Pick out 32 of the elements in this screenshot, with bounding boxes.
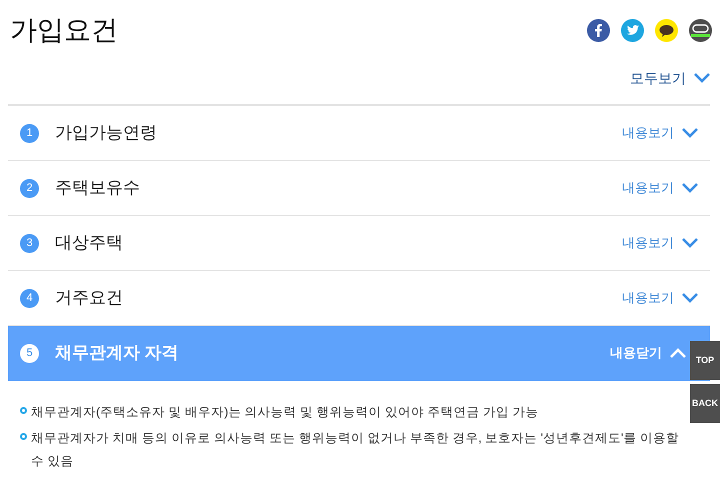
number-badge: 4 — [20, 288, 39, 308]
content-text: 채무관계자가 치매 등의 이유로 의사능력 또는 행위능력이 없거나 부족한 경우, 보호자는 '성년후견제도'를 이용할 수 있음 — [31, 430, 680, 470]
chevron-down-icon — [682, 238, 698, 248]
section-title: 가입가능연령 — [55, 122, 157, 144]
facebook-icon[interactable] — [587, 18, 610, 42]
chevron-down-icon — [682, 128, 698, 138]
twitter-icon[interactable] — [621, 18, 644, 42]
section-title: 거주요건 — [55, 287, 123, 310]
band-icon[interactable] — [689, 18, 712, 42]
section-title: 대상주택 — [55, 232, 123, 254]
page-title: 가입요건 — [10, 14, 118, 47]
bullet-icon — [20, 407, 27, 414]
number-badge: 2 — [20, 178, 39, 198]
toggle-button[interactable]: 내용보기 — [622, 123, 698, 143]
section-title: 주택보유수 — [55, 177, 140, 200]
float-button[interactable]: BACK — [690, 384, 720, 423]
speech-bubble-icon[interactable] — [655, 18, 678, 42]
bullet-icon — [20, 433, 27, 440]
number-badge: 1 — [20, 124, 39, 142]
chevron-down-icon — [682, 293, 698, 303]
chevron-down-icon — [694, 73, 710, 83]
toggle-button[interactable]: 내용보기 — [622, 288, 698, 308]
toggle-button[interactable]: 내용보기 — [622, 178, 698, 198]
content-text: 채무관계자(주택소유자 및 배우자)는 의사능력 및 행위능력이 있어야 주택연금 가입 가능 — [31, 404, 539, 421]
section-title: 채무관계자 자격 — [55, 342, 179, 364]
float-button[interactable]: TOP — [690, 341, 720, 380]
chevron-down-icon — [682, 183, 698, 193]
show-all-button[interactable]: 모두보기 — [630, 68, 710, 88]
number-badge: 3 — [20, 234, 39, 252]
toggle-button[interactable]: 내용보기 — [622, 233, 698, 253]
chevron-up-icon — [670, 348, 686, 358]
number-badge: 5 — [20, 344, 39, 362]
